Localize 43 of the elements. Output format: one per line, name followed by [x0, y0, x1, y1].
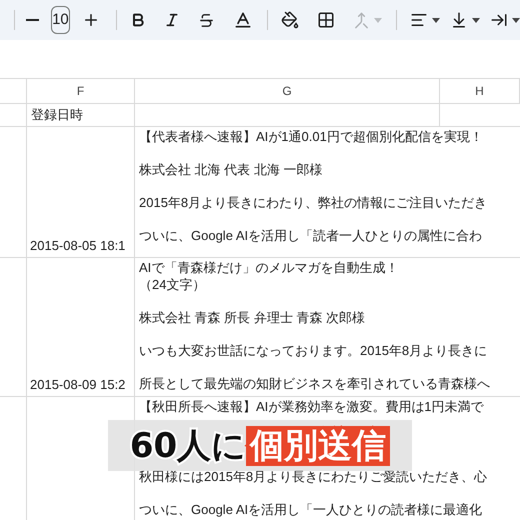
font-size-field[interactable]: 10: [51, 6, 70, 34]
caret-icon: [472, 18, 480, 22]
message-text: （24文字）: [139, 276, 206, 293]
text-color-button[interactable]: [232, 10, 253, 30]
strikethrough-button[interactable]: [198, 12, 215, 28]
message-text: 【代表者様へ速報】AIが1通0.01円で超個別化配信を実現！: [139, 129, 483, 146]
borders-icon: [316, 11, 335, 29]
message-text: 株式会社 青森 所長 弁理士 青森 次郎様: [139, 310, 366, 326]
message-text: いつも大変お世話になっております。2015年8月より長きに: [139, 342, 488, 359]
caret-icon: [432, 18, 440, 22]
text-color-icon: [232, 10, 253, 30]
merge-icon: [352, 12, 370, 28]
horizontal-align-button[interactable]: [410, 11, 440, 29]
message-text: 2015年8月より長きにわたり、弊社の情報にご注目いただき: [139, 195, 488, 212]
italic-icon: [164, 12, 180, 28]
message-text: AIで「青森様だけ」のメルマガを自動生成！: [139, 260, 398, 276]
minus-icon: [26, 19, 40, 21]
fill-color-button[interactable]: [280, 11, 299, 29]
message-text: 秋田様には2015年8月より長きにわたりご愛読いただき、心: [139, 468, 488, 485]
paint-bucket-icon: [280, 11, 299, 29]
caption-highlight: 個別送信: [246, 426, 390, 466]
strikethrough-icon: [198, 12, 215, 28]
message-text: ついに、Google AIを活用し「一人ひとりの読者様に最適化: [139, 502, 482, 518]
align-bottom-icon: [450, 11, 468, 29]
align-left-icon: [410, 11, 428, 29]
cell-text: 登録日時: [31, 106, 83, 124]
borders-button[interactable]: [316, 11, 335, 29]
italic-button[interactable]: [164, 12, 180, 28]
message-text: 所長として最先端の知財ビジネスを牽引されている青森様へ: [139, 376, 490, 392]
message-text: 株式会社 北海 代表 北海 一郎様: [139, 162, 322, 178]
column-header[interactable]: G: [135, 79, 440, 103]
date-cell-text: 2015-08-05 18:1: [30, 238, 126, 254]
column-header[interactable]: F: [27, 79, 135, 103]
caret-icon: [512, 18, 520, 22]
date-cell-text: 2015-08-09 15:2: [30, 376, 126, 393]
vertical-align-button[interactable]: [450, 11, 480, 29]
text-wrap-icon: [490, 11, 508, 29]
message-text: 【秋田所長へ速報】AIが業務効率を激変。費用は1円未満で: [139, 399, 484, 416]
caption-text: 60人に: [130, 428, 246, 462]
text-wrapping-button[interactable]: [490, 11, 520, 29]
caret-icon: [374, 18, 382, 22]
message-text: ついに、Google AIを活用し「読者一人ひとりの属性に合わ: [139, 228, 482, 244]
column-header[interactable]: H: [440, 79, 520, 103]
